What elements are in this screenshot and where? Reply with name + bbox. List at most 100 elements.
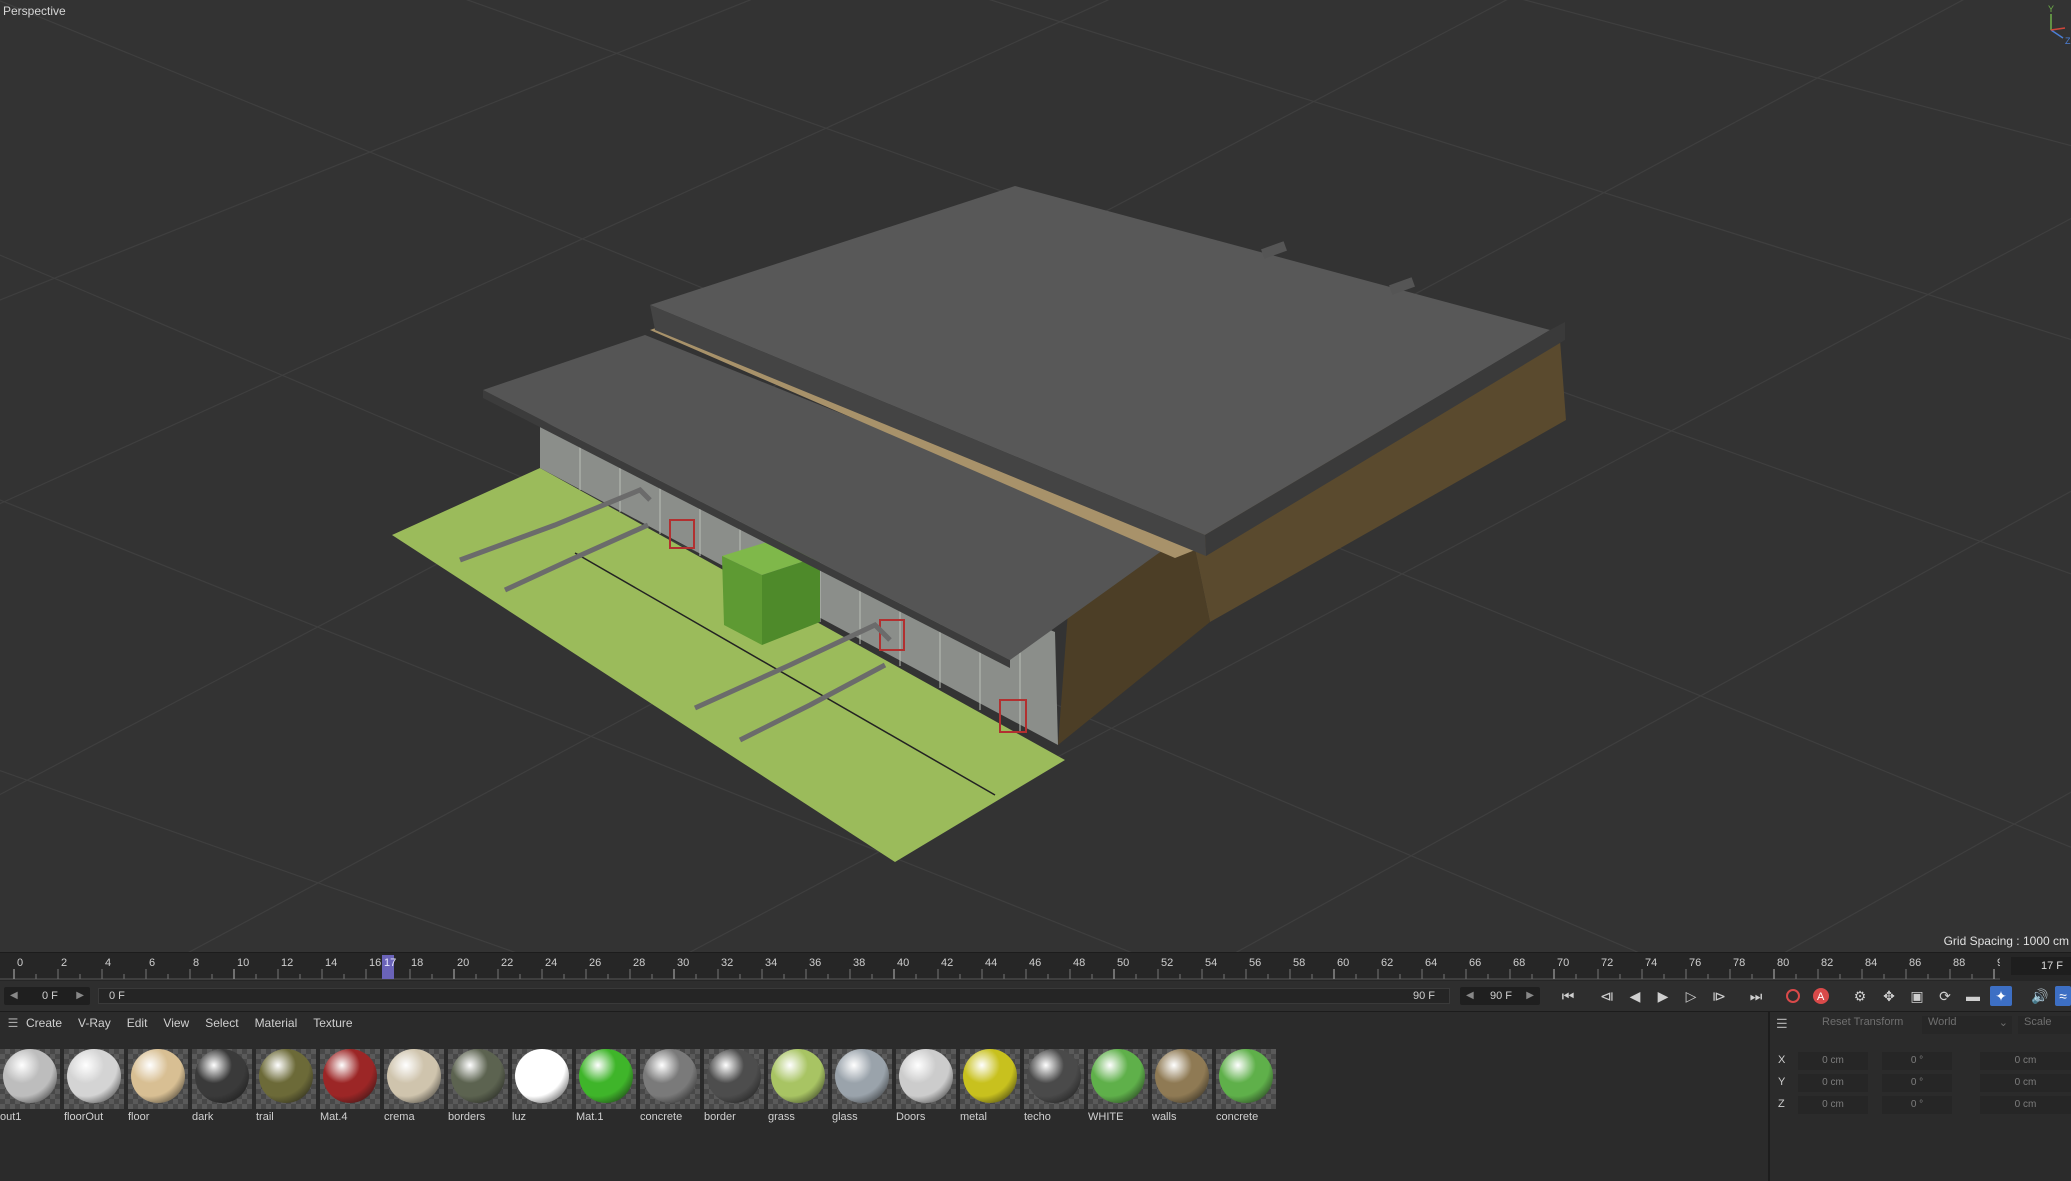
step-forward-icon: ▷ [1685, 987, 1697, 1004]
previous-frame-button[interactable]: ◀ [1624, 986, 1646, 1006]
material-swatch[interactable]: Mat.1 [576, 1046, 636, 1126]
rotation-x-field[interactable]: 0 ° [1882, 1052, 1952, 1070]
material-sphere-icon [323, 1049, 377, 1103]
material-swatch[interactable]: concrete [1216, 1046, 1276, 1126]
keyframe-settings-button[interactable]: ⚙ [1849, 986, 1871, 1006]
go-to-start-button[interactable]: ⏮ [1557, 986, 1579, 1006]
material-swatch[interactable]: border [704, 1046, 764, 1126]
skip-end-icon: ⏭ [1749, 987, 1763, 1004]
end-frame-field[interactable]: ◀ 90 F ▶ [1460, 987, 1540, 1005]
play-button[interactable]: ▶ [1652, 986, 1674, 1006]
frame-range-slider[interactable]: 0 F 90 F [98, 988, 1450, 1004]
rotate-icon: ⟳ [1939, 987, 1951, 1004]
record-button[interactable] [1782, 986, 1804, 1006]
key-parameter-button[interactable]: ▬ [1962, 986, 1984, 1006]
material-name: out1 [0, 1111, 22, 1123]
space-value: World [1928, 1016, 1957, 1028]
material-swatch[interactable]: floorOut [64, 1046, 124, 1126]
key-scale-button[interactable]: ▣ [1906, 986, 1928, 1006]
material-swatch[interactable]: concrete [640, 1046, 700, 1126]
coord-row-y: Y 0 cm 0 ° 0 cm [1770, 1074, 2071, 1092]
menu-view[interactable]: View [163, 1016, 189, 1030]
material-swatch[interactable]: trail [256, 1046, 316, 1126]
timeline-tick-label: 0 [17, 957, 23, 969]
next-frame-button[interactable]: ▷ [1680, 986, 1702, 1006]
menu-material[interactable]: Material [255, 1016, 298, 1030]
material-swatch[interactable]: luz [512, 1046, 572, 1126]
current-frame-field[interactable]: 17 F [2011, 957, 2071, 975]
timeline-tick-label: 78 [1733, 957, 1745, 969]
material-name: glass [832, 1111, 858, 1123]
range-start-label: 0 F [109, 990, 125, 1002]
timeline-tick-label: 12 [281, 957, 293, 969]
axis-z-label: Z [2065, 36, 2071, 46]
timeline-ruler[interactable]: 0 2 4 6 8 10 12 14 16 17 18 20 22 24 26 28 30 32 34 36 38 40 4… [0, 952, 2071, 981]
material-swatch[interactable]: floor [128, 1046, 188, 1126]
material-swatch[interactable]: walls [1152, 1046, 1212, 1126]
timeline-tick-label: 8 [193, 957, 199, 969]
rotation-y-field[interactable]: 0 ° [1882, 1074, 1952, 1092]
menu-create[interactable]: Create [26, 1016, 62, 1030]
material-swatch[interactable]: crema [384, 1046, 444, 1126]
material-preview [1088, 1049, 1148, 1109]
key-position-button[interactable]: ✥ [1878, 986, 1900, 1006]
viewport-label: Perspective [3, 4, 66, 18]
material-swatch[interactable]: Doors [896, 1046, 956, 1126]
rotation-z-field[interactable]: 0 ° [1882, 1096, 1952, 1114]
next-key-button[interactable]: ⧐ [1708, 986, 1730, 1006]
timeline-tick-label: 6 [149, 957, 155, 969]
material-preview [960, 1049, 1020, 1109]
sound-button[interactable]: 🔊 [2029, 986, 2051, 1006]
material-preview [896, 1049, 956, 1109]
timeline-tick-label: 17 [384, 957, 396, 969]
timeline-tick-label: 14 [325, 957, 337, 969]
timeline-tick-label: 10 [237, 957, 249, 969]
key-rotation-button[interactable]: ⟳ [1934, 986, 1956, 1006]
timeline-tick-label: 46 [1029, 957, 1041, 969]
timeline-ticks[interactable]: 0 2 4 6 8 10 12 14 16 17 18 20 22 24 26 28 30 32 34 36 38 40 4… [0, 953, 2000, 981]
material-swatch[interactable]: Mat.4 [320, 1046, 380, 1126]
hamburger-menu-icon[interactable]: ☰ [0, 1016, 26, 1030]
go-to-end-button[interactable]: ⏭ [1745, 986, 1767, 1006]
autokey-button[interactable]: A [1810, 986, 1832, 1006]
perspective-viewport[interactable]: Perspective Grid Spacing : 1000 cm Y Z [0, 0, 2071, 952]
material-swatch[interactable]: borders [448, 1046, 508, 1126]
space-dropdown[interactable]: World ⌄ [1922, 1016, 2012, 1034]
mode-dropdown[interactable]: Scale [2018, 1016, 2071, 1034]
menu-vray[interactable]: V-Ray [78, 1016, 111, 1030]
position-z-field[interactable]: 0 cm [1798, 1096, 1868, 1114]
position-y-field[interactable]: 0 cm [1798, 1074, 1868, 1092]
material-swatch[interactable]: metal [960, 1046, 1020, 1126]
timeline-mode-button[interactable]: ≈ [2055, 986, 2071, 1006]
material-swatch[interactable]: techo [1024, 1046, 1084, 1126]
material-name: Mat.4 [320, 1111, 348, 1123]
position-x-field[interactable]: 0 cm [1798, 1052, 1868, 1070]
material-swatch[interactable]: glass [832, 1046, 892, 1126]
timeline-tick-label: 16 [369, 957, 381, 969]
menu-edit[interactable]: Edit [127, 1016, 148, 1030]
scale-y-field[interactable]: 0 cm [1980, 1074, 2071, 1092]
material-sphere-icon [1155, 1049, 1209, 1103]
menu-select[interactable]: Select [205, 1016, 238, 1030]
material-name: Mat.1 [576, 1111, 604, 1123]
scale-z-field[interactable]: 0 cm [1980, 1096, 2071, 1114]
material-swatch[interactable]: out1 [0, 1046, 60, 1126]
material-swatch[interactable]: grass [768, 1046, 828, 1126]
material-preview [1152, 1049, 1212, 1109]
start-frame-field[interactable]: ◀ 0 F ▶ [4, 987, 90, 1005]
menu-texture[interactable]: Texture [313, 1016, 352, 1030]
material-swatch[interactable]: WHITE [1088, 1046, 1148, 1126]
material-name: floorOut [64, 1111, 104, 1123]
material-swatch[interactable]: dark [192, 1046, 252, 1126]
previous-key-button[interactable]: ⧏ [1596, 986, 1618, 1006]
key-pla-button[interactable]: ✦ [1990, 986, 2012, 1006]
material-preview [128, 1049, 188, 1109]
wave-icon: ≈ [2059, 988, 2067, 1004]
reset-transform-button[interactable]: Reset Transform [1822, 1016, 1903, 1034]
material-preview [704, 1049, 764, 1109]
scene-render[interactable] [0, 0, 2071, 952]
coords-hamburger-icon[interactable]: ☰ [1776, 1016, 1788, 1034]
timeline-tick-label: 90 [1997, 957, 2000, 969]
grid-spacing-readout: Grid Spacing : 1000 cm [1943, 934, 2069, 948]
scale-x-field[interactable]: 0 cm [1980, 1052, 2071, 1070]
